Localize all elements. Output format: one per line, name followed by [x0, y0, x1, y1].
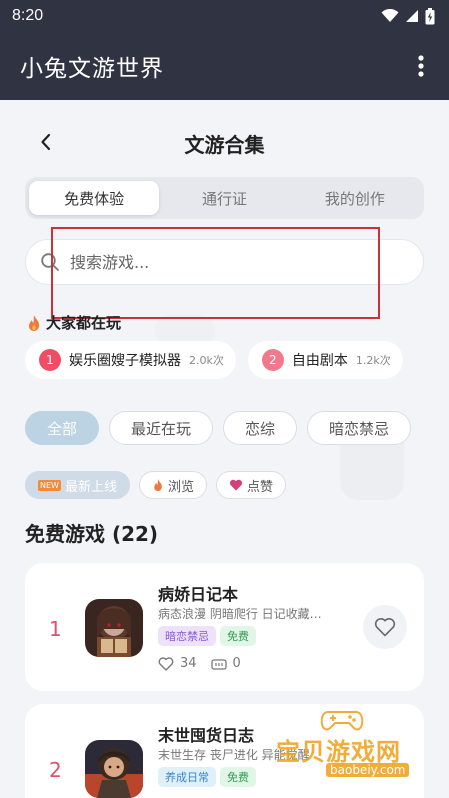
hot-item-name: 娱乐圈嫂子模拟器 [69, 353, 181, 369]
wifi-icon [381, 9, 399, 22]
sort-label: 点赞 [246, 479, 273, 495]
game-title: 病娇日记本 [158, 585, 239, 604]
hot-item[interactable]: 2 自由剧本 1.2k次 [247, 341, 403, 379]
hot-item[interactable]: 1 娱乐圈嫂子模拟器 2.0k次 [25, 341, 236, 379]
filter-recent[interactable]: 最近在玩 [109, 411, 214, 445]
game-cover-image [85, 740, 143, 798]
hot-section-title: 大家都在玩 [26, 312, 121, 333]
tab-my-creations[interactable]: 我的创作 [290, 181, 420, 215]
game-title: 末世囤货日志 [158, 726, 255, 745]
watermark-url: baobeiy.com [326, 763, 410, 777]
favorite-button[interactable] [363, 605, 407, 649]
game-tags: 暗恋禁忌 免费 [158, 626, 256, 646]
category-filters: 全部 最近在玩 恋综 暗恋禁忌 [25, 411, 412, 445]
watermark-text: 宝贝游戏网 [276, 738, 401, 766]
content-area: 文游合集 免费体验 通行证 我的创作 大家都在玩 1 娱乐圈嫂子模拟器 2.0k… [0, 100, 449, 798]
play-count: 0 [232, 656, 241, 671]
hot-title-text: 大家都在玩 [46, 314, 122, 332]
sort-options: NEW 最新上线 浏览 点赞 [25, 471, 286, 499]
page-title: 文游合集 [184, 132, 265, 157]
back-icon[interactable] [34, 130, 58, 154]
game-rank: 2 [49, 758, 62, 782]
status-bar: 8:20 [0, 0, 449, 32]
status-time: 8:20 [12, 7, 44, 24]
sort-likes[interactable]: 点赞 [215, 471, 286, 499]
section-title: 免费游戏 (22) [25, 522, 159, 546]
system-icons [381, 7, 435, 25]
free-tag: 免费 [220, 626, 256, 646]
new-badge-icon: NEW [38, 479, 61, 491]
search-bar [25, 239, 424, 285]
hot-item-count: 2.0k次 [189, 354, 224, 367]
free-tag: 免费 [220, 767, 256, 787]
hot-item-name: 自由剧本 [291, 353, 348, 369]
game-tags: 养成日常 免费 [158, 767, 256, 787]
more-menu-icon[interactable] [409, 51, 433, 81]
filter-secret-crush[interactable]: 暗恋禁忌 [307, 411, 412, 445]
hot-item-count: 1.2k次 [355, 354, 391, 367]
tab-free-trial[interactable]: 免费体验 [29, 181, 160, 215]
game-description: 病态浪漫 阴暗爬行 日记收藏… [158, 607, 322, 621]
app-title: 小兔文游世界 [20, 56, 164, 82]
like-count: 34 [180, 656, 197, 671]
rank-badge: 1 [39, 349, 61, 371]
tab-pass[interactable]: 通行证 [159, 181, 289, 215]
app-bar: 小兔文游世界 [0, 32, 449, 100]
filter-dating-show[interactable]: 恋综 [223, 411, 298, 445]
sort-views[interactable]: 浏览 [138, 471, 207, 499]
sort-label: 最新上线 [64, 479, 117, 495]
battery-icon [425, 7, 435, 24]
rank-badge: 2 [261, 349, 284, 371]
gamepad-logo-icon [320, 711, 364, 731]
fire-icon [28, 314, 40, 331]
gamepad-icon [210, 658, 227, 670]
game-cover-image [85, 599, 143, 657]
filter-all[interactable]: 全部 [25, 411, 100, 445]
sort-newest[interactable]: NEW 最新上线 [25, 471, 130, 499]
watermark-logo: 宝贝游戏网 baobeiy.com [276, 700, 446, 790]
genre-tag: 暗恋禁忌 [158, 626, 216, 646]
heart-outline-icon [374, 618, 396, 637]
search-input[interactable] [70, 252, 370, 272]
tab-bar: 免费体验 通行证 我的创作 [25, 177, 424, 219]
signal-icon [406, 10, 418, 22]
genre-tag: 养成日常 [158, 767, 216, 787]
sort-label: 浏览 [167, 479, 194, 495]
game-card[interactable]: 1 病娇日记本 病态浪漫 阴暗爬行 日记收藏… 暗恋禁忌 免费 34 0 [25, 563, 424, 691]
heart-icon [229, 479, 243, 491]
search-icon [41, 253, 59, 271]
game-rank: 1 [49, 617, 62, 641]
page-header: 文游合集 [0, 120, 449, 166]
heart-outline-icon [158, 656, 174, 671]
fire-icon [154, 479, 162, 491]
hot-list: 1 娱乐圈嫂子模拟器 2.0k次 2 自由剧本 1.2k次 [25, 341, 403, 379]
game-stats: 34 0 [158, 656, 241, 671]
